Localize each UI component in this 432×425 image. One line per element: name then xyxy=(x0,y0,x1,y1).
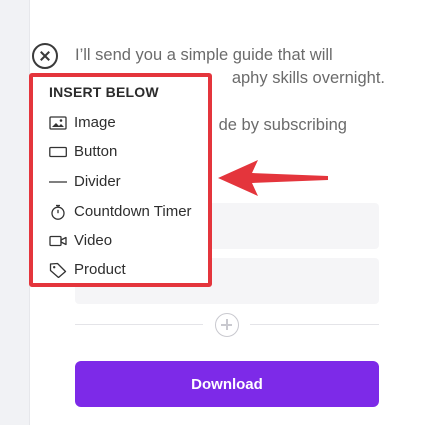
tag-icon xyxy=(49,262,67,278)
menu-item-image[interactable]: Image xyxy=(33,108,208,137)
button-icon xyxy=(49,146,67,158)
menu-item-video[interactable]: Video xyxy=(33,226,208,255)
menu-item-button[interactable]: Button xyxy=(33,137,208,166)
menu-item-label: Countdown Timer xyxy=(74,203,192,220)
add-block-button[interactable] xyxy=(215,313,239,337)
menu-item-label: Image xyxy=(74,114,116,131)
stopwatch-icon xyxy=(51,204,65,220)
left-sidebar-strip xyxy=(0,0,30,425)
insert-below-menu: INSERT BELOW Image Button Divider Countd… xyxy=(29,73,212,287)
close-icon[interactable] xyxy=(32,43,58,69)
menu-item-label: Divider xyxy=(74,173,121,190)
section-divider-right xyxy=(250,324,379,325)
menu-item-label: Button xyxy=(74,143,118,160)
red-arrow-annotation xyxy=(218,160,328,196)
menu-item-countdown-timer[interactable]: Countdown Timer xyxy=(33,197,208,226)
video-camera-icon xyxy=(49,235,67,247)
download-button[interactable]: Download xyxy=(75,361,379,407)
image-icon xyxy=(49,116,67,130)
divider-icon xyxy=(49,181,67,183)
menu-item-product[interactable]: Product xyxy=(33,255,208,284)
menu-item-label: Product xyxy=(74,261,126,278)
menu-item-divider[interactable]: Divider xyxy=(33,167,208,196)
body-text-line-1: I’ll send you a simple guide that will xyxy=(75,46,333,64)
section-divider-left xyxy=(75,324,203,325)
insert-menu-title: INSERT BELOW xyxy=(49,84,159,100)
menu-item-label: Video xyxy=(74,232,113,249)
